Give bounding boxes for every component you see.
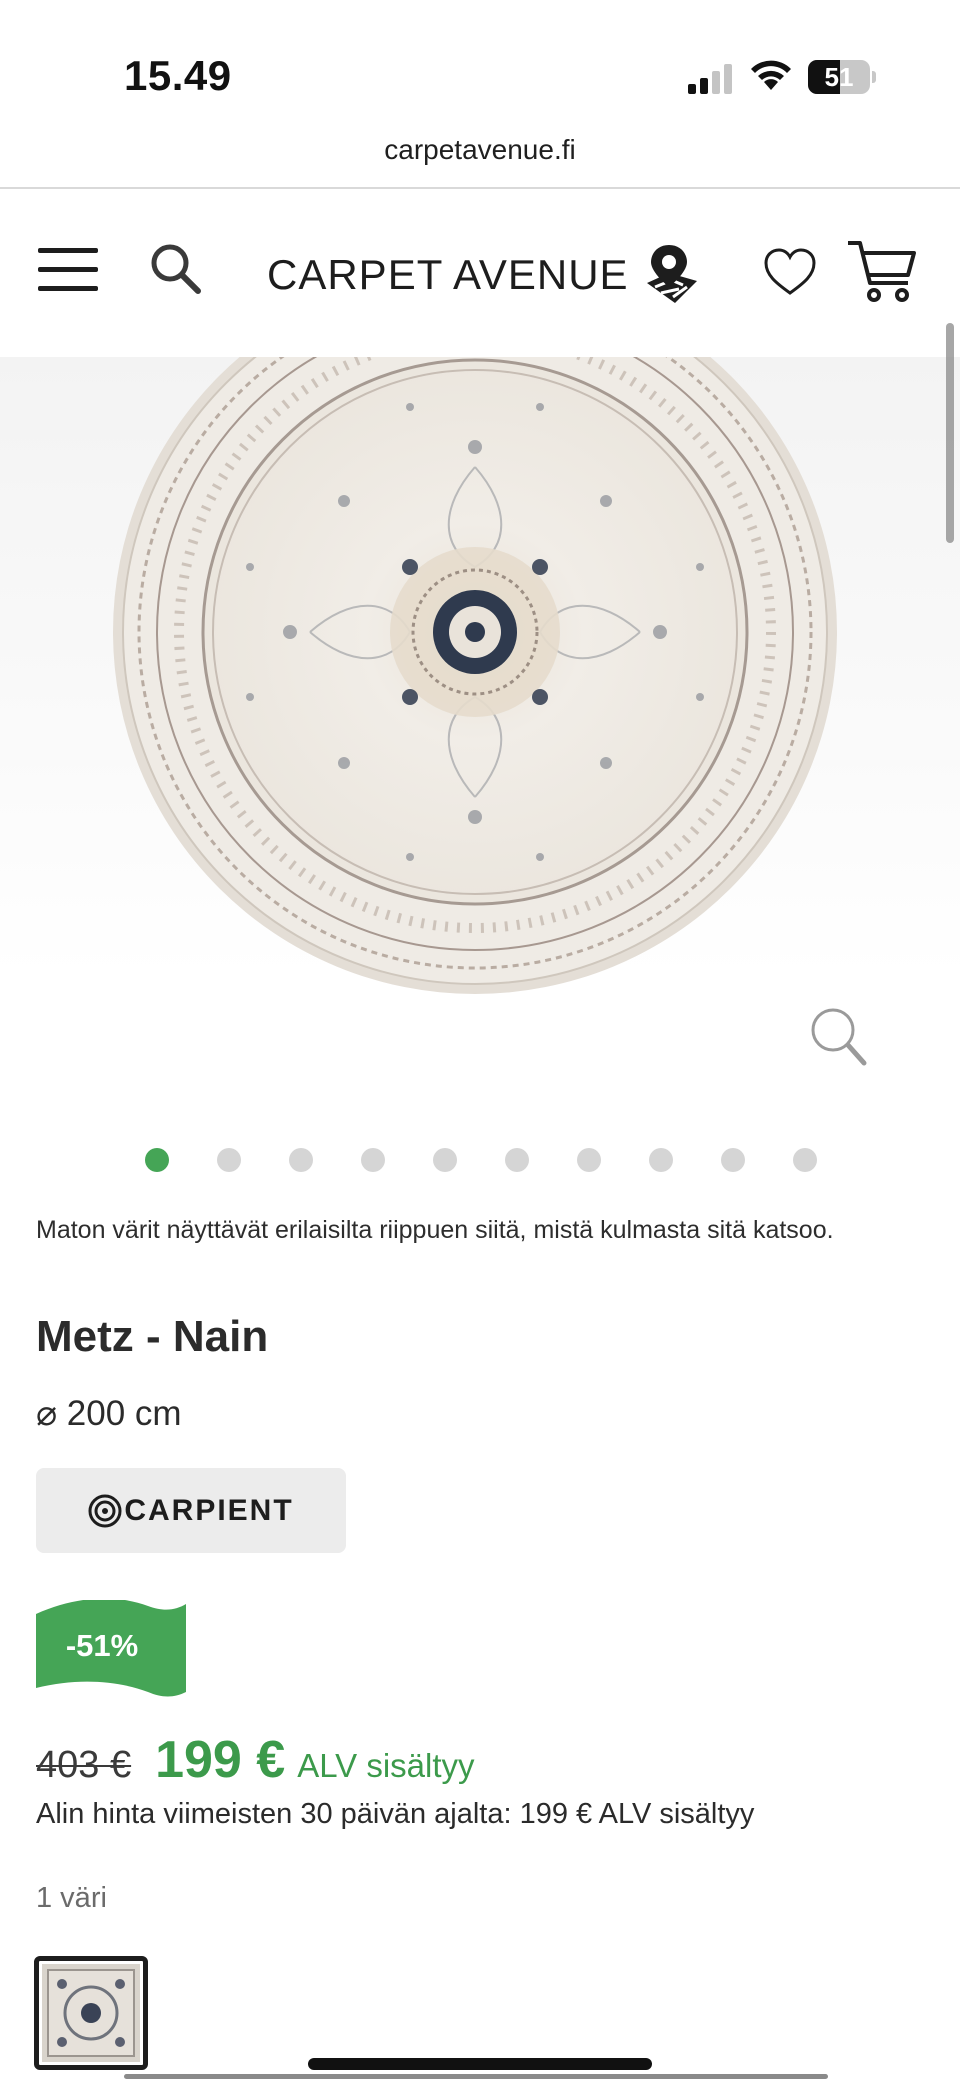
price-row: 403 € 199 € ALV sisältyy <box>36 1730 475 1790</box>
status-time: 15.49 <box>124 52 232 99</box>
discount-badge: -51% <box>65 1628 139 1663</box>
color-count: 1 väri <box>36 1882 107 1914</box>
heart-icon[interactable] <box>762 245 818 299</box>
horizontal-scroll-indicator <box>124 2074 828 2079</box>
home-indicator <box>308 2058 652 2070</box>
wifi-icon <box>751 60 791 90</box>
product-gallery[interactable] <box>0 357 960 1087</box>
brand-badge[interactable]: CARPIENT <box>36 1468 346 1553</box>
product-size: ⌀ 200 cm <box>36 1394 182 1433</box>
cart-icon[interactable] <box>846 237 918 303</box>
lowest-price-note: Alin hinta viimeisten 30 päivän ajalta: … <box>36 1798 755 1830</box>
gallery-dot[interactable] <box>649 1148 673 1172</box>
gallery-dot[interactable] <box>289 1148 313 1172</box>
page-scrollbar[interactable] <box>946 323 954 543</box>
vat-note: ALV sisältyy <box>297 1747 475 1784</box>
round-rug-image[interactable] <box>110 357 840 997</box>
battery-icon: 51 <box>808 60 876 94</box>
gallery-dot[interactable] <box>721 1148 745 1172</box>
product-title: Metz - Nain <box>36 1312 269 1361</box>
status-bar: 15.49 51 carpetavenue.fi <box>0 0 960 165</box>
site-logo[interactable]: CARPET AVENUE <box>267 245 701 305</box>
rug-swatch-thumbnail <box>42 1964 140 2062</box>
gallery-dot[interactable] <box>433 1148 457 1172</box>
magnifier-icon[interactable] <box>808 1005 868 1067</box>
color-swatch-selected[interactable] <box>34 1956 148 2070</box>
gallery-dot[interactable] <box>793 1148 817 1172</box>
menu-icon[interactable] <box>38 245 98 293</box>
site-header: CARPET AVENUE <box>0 189 960 357</box>
gallery-pagination <box>145 1148 817 1172</box>
brand-name: CARPIENT <box>124 1493 294 1527</box>
gallery-dot[interactable] <box>505 1148 529 1172</box>
gallery-dot[interactable] <box>217 1148 241 1172</box>
sale-price: 199 € <box>155 1731 286 1789</box>
gallery-dot[interactable] <box>145 1148 169 1172</box>
gallery-dot[interactable] <box>577 1148 601 1172</box>
gallery-dot[interactable] <box>361 1148 385 1172</box>
search-icon[interactable] <box>148 241 202 295</box>
logo-text: CARPET AVENUE <box>267 251 629 298</box>
battery-percent: 51 <box>824 62 854 92</box>
original-price: 403 € <box>36 1744 132 1786</box>
address-bar-url[interactable]: carpetavenue.fi <box>0 134 960 166</box>
map-pin-icon <box>646 245 697 303</box>
color-disclaimer: Maton värit näyttävät erilaisilta riippu… <box>36 1216 834 1244</box>
carpient-logo-icon <box>88 1494 122 1527</box>
cellular-signal-icon <box>688 64 732 94</box>
